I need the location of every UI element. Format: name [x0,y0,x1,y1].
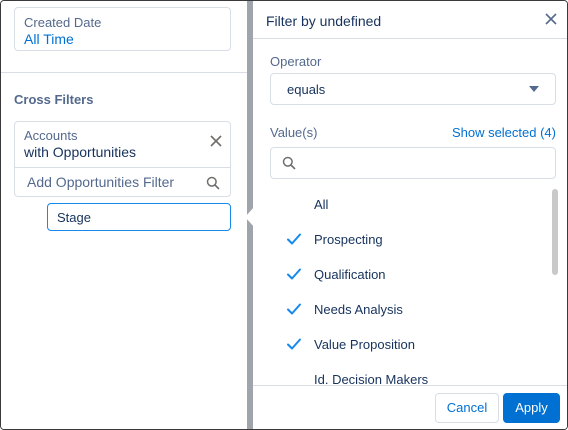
close-icon[interactable] [543,11,559,27]
search-icon [206,176,220,190]
created-date-label: Created Date [24,15,102,30]
operator-label: Operator [270,54,322,69]
list-item-label: Value Proposition [314,337,415,352]
show-selected-link[interactable]: Show selected (4) [452,125,556,140]
remove-cross-filter-icon[interactable] [209,134,223,148]
values-list: All Prospecting Qualification Needs Anal… [253,187,567,385]
operator-select[interactable]: equals [270,73,556,105]
values-label: Value(s) [270,125,318,140]
checkmark-icon [286,372,302,385]
dropdown-caret-icon [529,86,539,92]
checkmark-icon [286,302,302,316]
checkmark-icon [286,267,302,281]
filters-panel: Created Date All Time Cross Filters Acco… [1,1,247,429]
list-item-label: Needs Analysis [314,302,403,317]
checkmark-icon [286,337,302,351]
values-search-input[interactable] [270,147,556,179]
apply-button[interactable]: Apply [503,393,560,423]
cross-filter-value: with Opportunities [24,144,137,160]
stage-filter-field[interactable]: Stage [47,203,231,231]
popover-title: Filter by undefined [266,13,382,29]
cross-filter-object-label: Accounts [24,128,78,143]
created-date-value: All Time [24,31,74,47]
divider [1,72,247,73]
list-item[interactable]: Id. Decision Makers [253,362,543,385]
popover-footer: Cancel Apply [253,385,567,429]
scrollbar[interactable] [552,187,558,381]
list-item-label: Prospecting [314,232,383,247]
checkmark-icon [286,232,302,246]
list-item[interactable]: All [253,187,543,222]
list-item-label: All [314,197,329,212]
cross-filter-card: Accounts with Opportunities Add Opportun… [14,121,231,197]
list-item[interactable]: Prospecting [253,222,543,257]
list-item-label: Id. Decision Makers [314,372,429,385]
created-date-filter[interactable]: Created Date All Time [14,7,231,51]
filter-popover: Filter by undefined Operator equals Valu… [253,1,567,429]
list-item[interactable]: Value Proposition [253,327,543,362]
cross-filters-title: Cross Filters [14,92,94,107]
divider [15,167,230,168]
cancel-button[interactable]: Cancel [435,393,499,423]
add-opportunities-filter-input[interactable]: Add Opportunities Filter [27,174,174,190]
list-item-label: Qualification [314,267,386,282]
scrollbar-thumb[interactable] [552,189,558,275]
operator-value: equals [287,82,326,97]
filter-window: Created Date All Time Cross Filters Acco… [0,0,568,430]
list-item[interactable]: Qualification [253,257,543,292]
divider [253,38,567,39]
list-item[interactable]: Needs Analysis [253,292,543,327]
search-icon [282,156,296,170]
checkmark-icon [286,197,302,211]
